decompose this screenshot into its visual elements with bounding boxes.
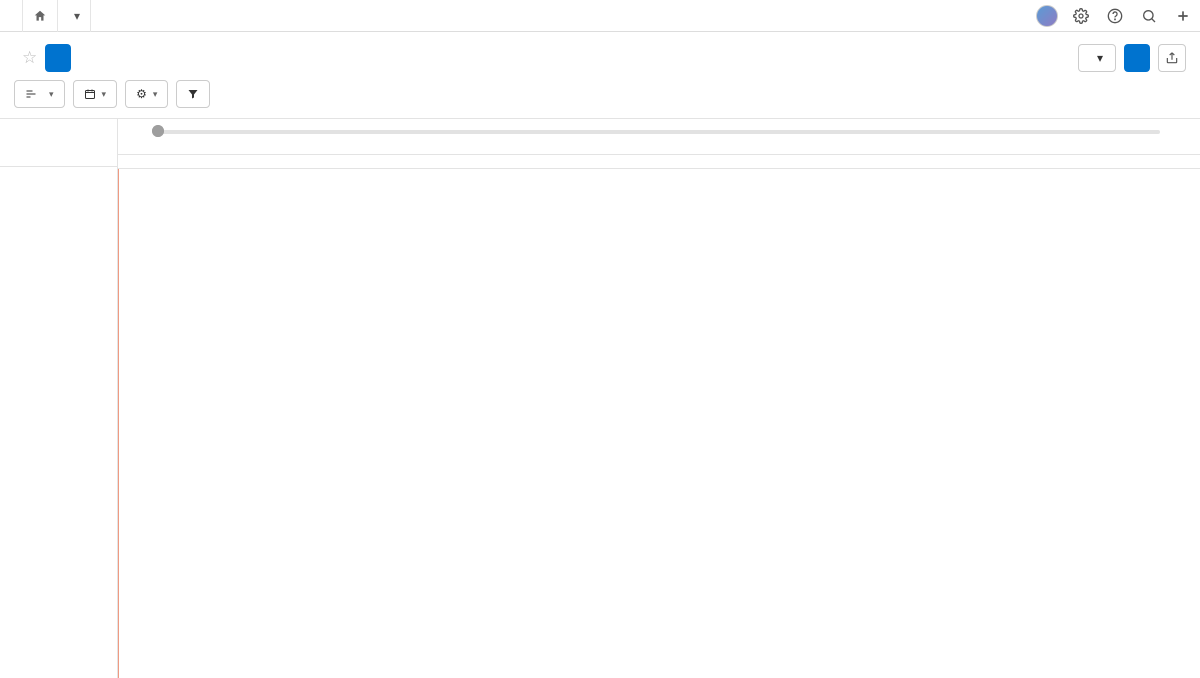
filter-bar: ▾ ▾ ⚙▾ <box>0 80 1200 118</box>
add-button[interactable] <box>1166 0 1200 32</box>
search-icon <box>1141 8 1157 24</box>
create-roadmap-button[interactable] <box>45 44 71 72</box>
timeline-chart <box>118 169 1200 678</box>
roadmap-icon <box>25 88 37 100</box>
roadmap-type-selector[interactable]: ▾ <box>14 80 65 108</box>
calendar-icon <box>84 88 96 100</box>
slider-handle-end[interactable] <box>152 125 164 137</box>
filter-button[interactable] <box>176 80 210 108</box>
caret-down-icon: ▾ <box>49 89 54 100</box>
share-icon <box>1165 51 1179 65</box>
filter-icon <box>187 88 199 100</box>
timeline-zoom-slider[interactable] <box>158 125 1160 137</box>
avatar-icon <box>1036 5 1058 27</box>
save-changes-button[interactable] <box>1124 44 1150 72</box>
avatar[interactable] <box>1030 0 1064 32</box>
share-button[interactable] <box>1158 44 1186 72</box>
top-nav: ▾ <box>0 0 1200 32</box>
help-button[interactable] <box>1098 0 1132 32</box>
nav-right <box>1030 0 1200 32</box>
caret-down-icon: ▾ <box>74 9 80 23</box>
timeline-weeks <box>118 155 1200 169</box>
timeline-months <box>118 137 1200 155</box>
roadmap-view <box>0 118 1200 678</box>
roadmap-sidebar <box>0 119 118 678</box>
settings-dropdown-button[interactable]: ⚙▾ <box>125 80 168 108</box>
settings-button[interactable] <box>1064 0 1098 32</box>
help-icon <box>1107 8 1123 24</box>
nav-home[interactable] <box>22 0 58 32</box>
date-range-button[interactable]: ▾ <box>73 80 118 108</box>
workspace-selector[interactable]: ▾ <box>58 0 91 32</box>
gear-icon <box>1073 8 1089 24</box>
gear-icon: ⚙ <box>136 87 147 101</box>
plus-icon <box>1175 8 1191 24</box>
caret-down-icon: ▾ <box>102 89 107 100</box>
today-line <box>118 169 119 678</box>
star-icon: ☆ <box>22 48 37 67</box>
caret-down-icon: ▾ <box>153 89 158 100</box>
home-icon <box>33 9 47 23</box>
timeline <box>118 119 1200 678</box>
search-button[interactable] <box>1132 0 1166 32</box>
favorite-star-button[interactable]: ☆ <box>22 48 37 68</box>
page-header: ☆ ▾ <box>0 32 1200 80</box>
caret-down-icon: ▾ <box>1097 51 1103 65</box>
views-button[interactable]: ▾ <box>1078 44 1116 72</box>
